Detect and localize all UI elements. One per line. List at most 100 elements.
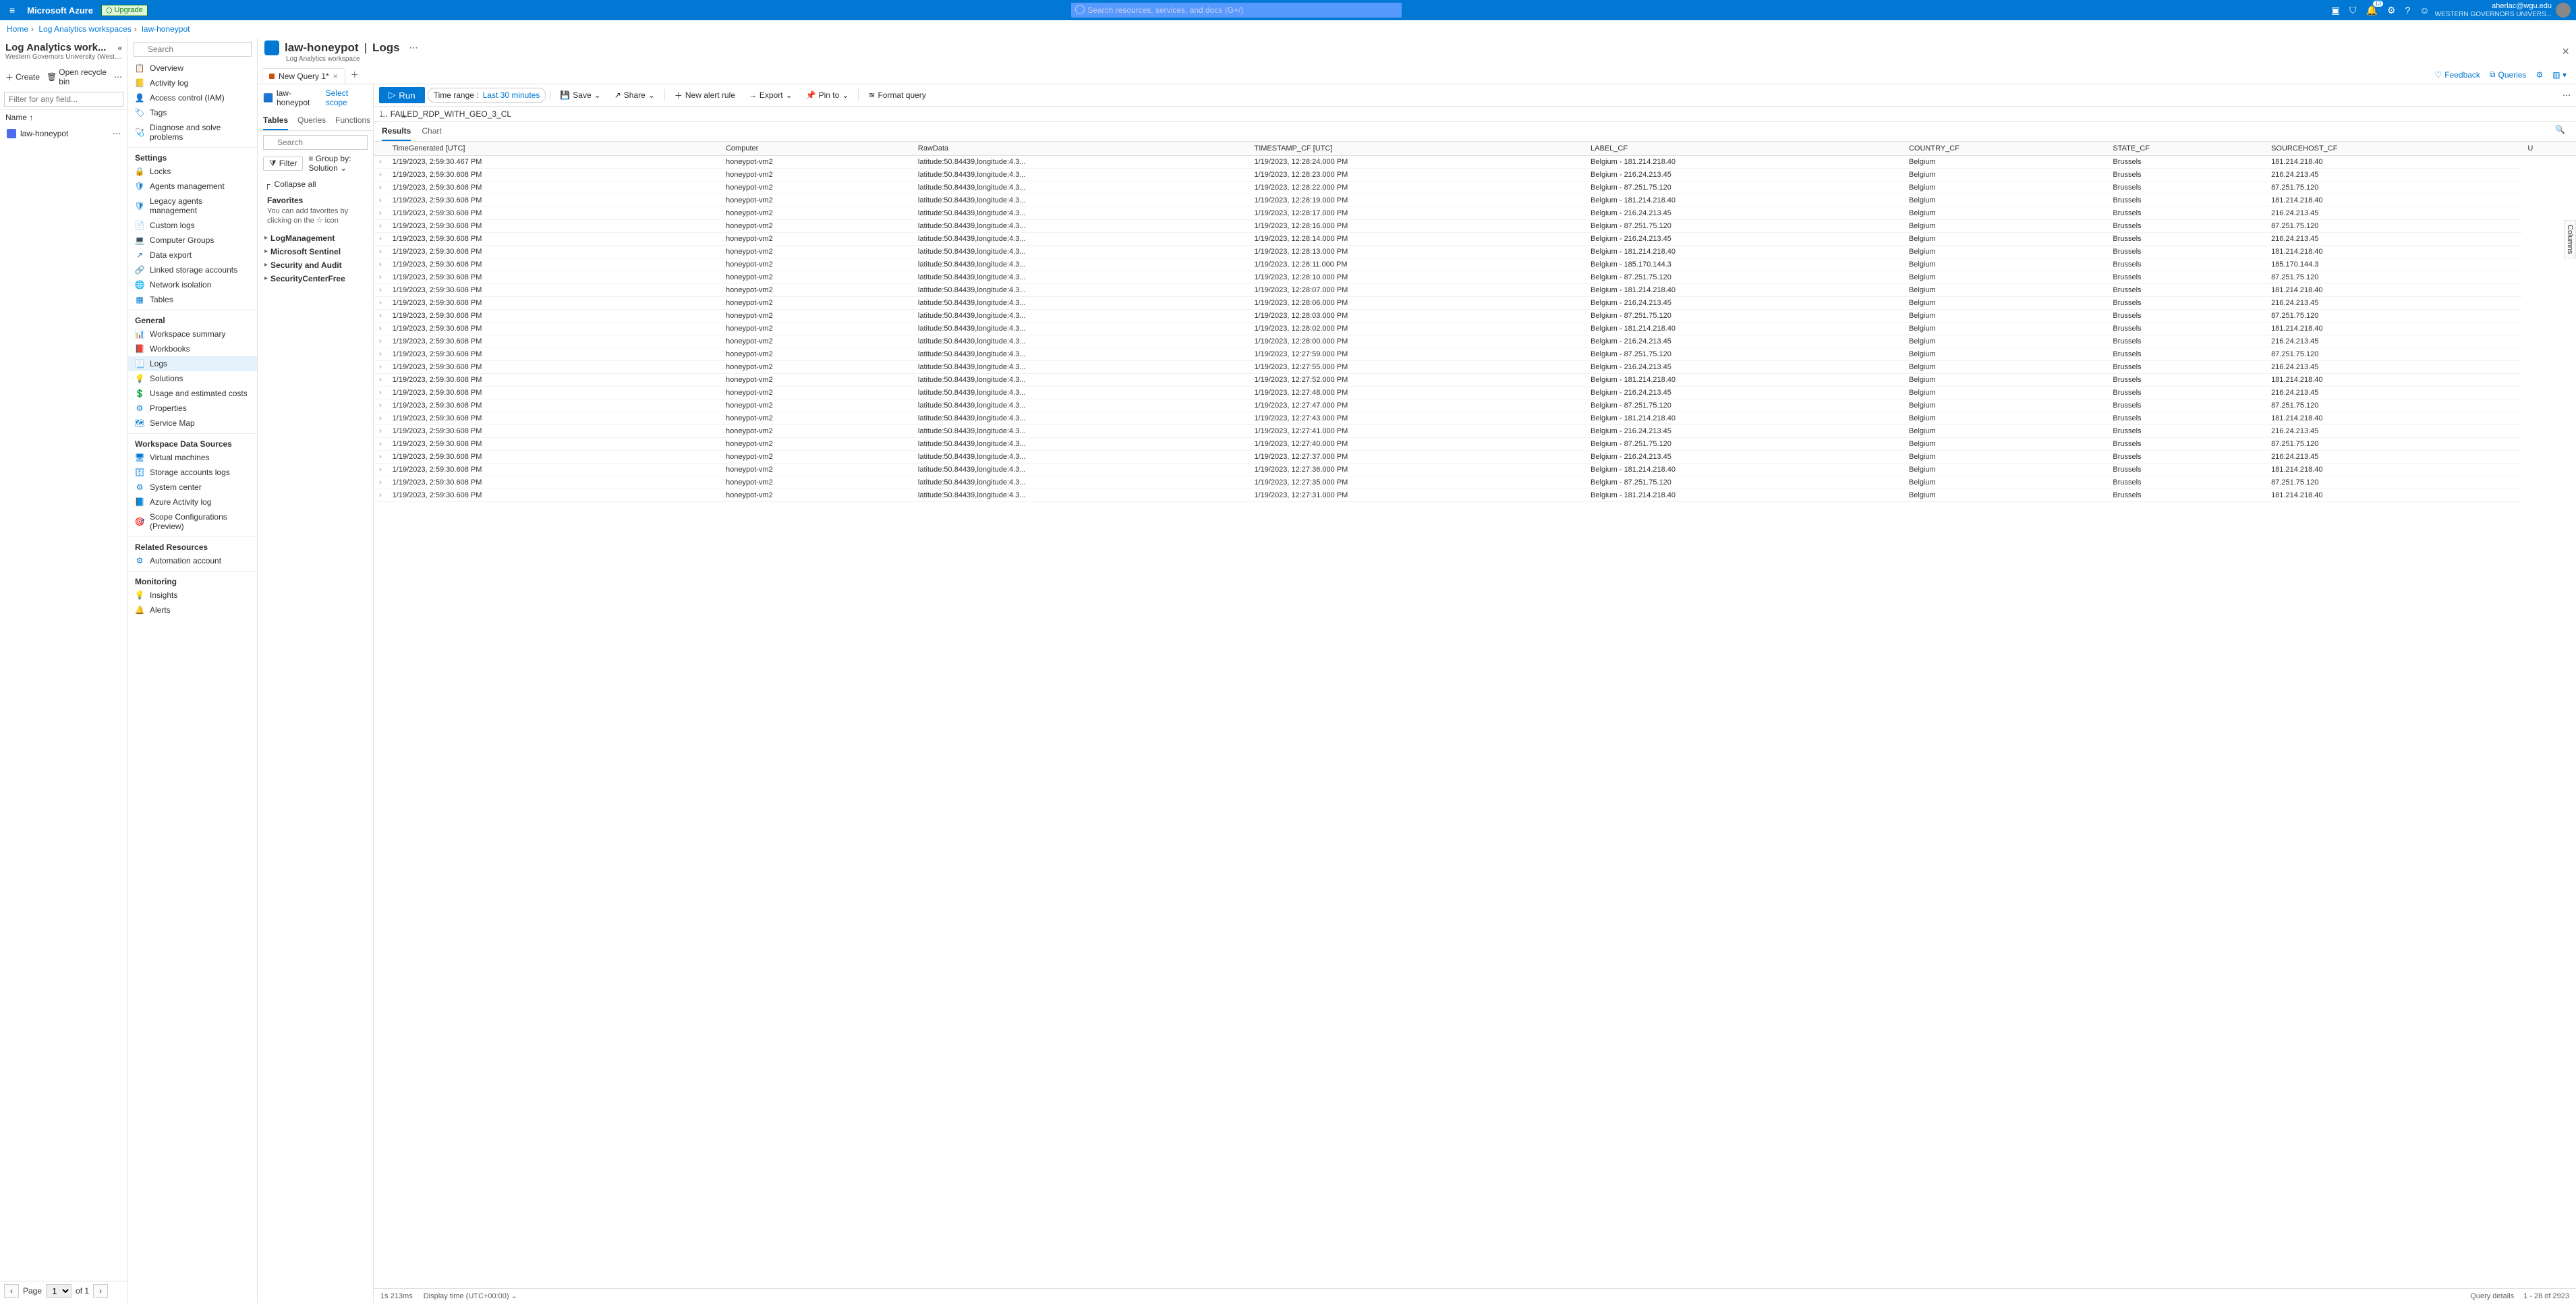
tab-queries[interactable]: Queries bbox=[297, 111, 326, 130]
breadcrumb-current[interactable]: law-honeypot bbox=[142, 24, 190, 34]
table-row[interactable]: ›1/19/2023, 2:59:30.608 PMhoneypot-vm2la… bbox=[374, 284, 2576, 297]
expand-icon[interactable]: › bbox=[374, 271, 387, 284]
expand-icon[interactable]: › bbox=[374, 233, 387, 246]
close-tab-icon[interactable]: × bbox=[333, 72, 338, 81]
workspace-item[interactable]: law-honeypot ⋯ bbox=[3, 126, 125, 141]
table-row[interactable]: ›1/19/2023, 2:59:30.608 PMhoneypot-vm2la… bbox=[374, 476, 2576, 489]
expand-icon[interactable]: › bbox=[374, 464, 387, 476]
add-tab-button[interactable]: ＋ bbox=[345, 66, 364, 83]
format-button[interactable]: ≋ Format query bbox=[863, 88, 931, 102]
table-row[interactable]: ›1/19/2023, 2:59:30.608 PMhoneypot-vm2la… bbox=[374, 271, 2576, 284]
collapse-icon[interactable]: « bbox=[117, 43, 122, 53]
expand-icon[interactable]: › bbox=[374, 284, 387, 297]
expand-icon[interactable]: › bbox=[374, 323, 387, 335]
menu-item-activity-log[interactable]: 📒Activity log bbox=[128, 76, 257, 90]
more-icon[interactable]: ⋯ bbox=[113, 129, 121, 138]
table-row[interactable]: ›1/19/2023, 2:59:30.608 PMhoneypot-vm2la… bbox=[374, 233, 2576, 246]
page-select[interactable]: 1 bbox=[46, 1284, 71, 1298]
column-header[interactable]: STATE_CF bbox=[2107, 142, 2266, 156]
table-row[interactable]: ›1/19/2023, 2:59:30.608 PMhoneypot-vm2la… bbox=[374, 169, 2576, 182]
menu-item-service-map[interactable]: 🗺Service Map bbox=[128, 416, 257, 431]
expand-icon[interactable]: › bbox=[374, 374, 387, 387]
table-row[interactable]: ›1/19/2023, 2:59:30.608 PMhoneypot-vm2la… bbox=[374, 323, 2576, 335]
expand-icon[interactable]: › bbox=[374, 438, 387, 451]
next-page-button[interactable]: › bbox=[93, 1284, 108, 1298]
menu-item-legacy-agents-management[interactable]: 🛡Legacy agents management bbox=[128, 194, 257, 218]
expand-icon[interactable]: › bbox=[374, 348, 387, 361]
resource-menu-search[interactable] bbox=[134, 42, 252, 57]
menu-item-alerts[interactable]: 🔔Alerts bbox=[128, 603, 257, 617]
collapse-all-link[interactable]: ┌ Collapse all bbox=[258, 177, 373, 192]
table-row[interactable]: ›1/19/2023, 2:59:30.608 PMhoneypot-vm2la… bbox=[374, 425, 2576, 438]
expand-icon[interactable]: › bbox=[374, 399, 387, 412]
new-alert-button[interactable]: ＋ New alert rule bbox=[669, 88, 741, 103]
menu-item-storage-accounts-logs[interactable]: 🗄Storage accounts logs bbox=[128, 465, 257, 480]
table-row[interactable]: ›1/19/2023, 2:59:30.467 PMhoneypot-vm2la… bbox=[374, 156, 2576, 169]
menu-item-virtual-machines[interactable]: 🖥Virtual machines bbox=[128, 450, 257, 465]
tab-functions[interactable]: Functions bbox=[335, 111, 370, 130]
menu-item-workspace-summary[interactable]: 📊Workspace summary bbox=[128, 327, 257, 341]
tree-item[interactable]: ▸ LogManagement bbox=[258, 231, 373, 245]
column-header[interactable]: U bbox=[2522, 142, 2576, 156]
save-button[interactable]: 💾 Save ⌄ bbox=[554, 88, 606, 102]
query-details-link[interactable]: Query details bbox=[2470, 1292, 2514, 1300]
menu-item-data-export[interactable]: ↗Data export bbox=[128, 248, 257, 262]
expand-icon[interactable]: › bbox=[374, 361, 387, 374]
breadcrumb-workspaces[interactable]: Log Analytics workspaces bbox=[38, 24, 131, 34]
menu-item-linked-storage-accounts[interactable]: 🔗Linked storage accounts bbox=[128, 262, 257, 277]
collapse-pane-icon[interactable]: « bbox=[397, 111, 406, 130]
groupby-dropdown[interactable]: ≡ Group by: Solution ⌄ bbox=[308, 154, 368, 173]
expand-icon[interactable]: › bbox=[374, 297, 387, 310]
filter-input[interactable] bbox=[4, 92, 123, 107]
table-row[interactable]: ›1/19/2023, 2:59:30.608 PMhoneypot-vm2la… bbox=[374, 451, 2576, 464]
column-header[interactable]: COUNTRY_CF bbox=[1904, 142, 2107, 156]
query-editor[interactable]: 1 FAILED_RDP_WITH_GEO_3_CL bbox=[374, 107, 2576, 121]
menu-item-system-center[interactable]: ⚙System center bbox=[128, 480, 257, 495]
menu-item-tables[interactable]: ▦Tables bbox=[128, 292, 257, 307]
expand-icon[interactable]: › bbox=[374, 412, 387, 425]
table-row[interactable]: ›1/19/2023, 2:59:30.608 PMhoneypot-vm2la… bbox=[374, 310, 2576, 323]
expand-icon[interactable]: › bbox=[374, 246, 387, 258]
menu-item-automation-account[interactable]: ⚙Automation account bbox=[128, 553, 257, 568]
export-button[interactable]: → Export ⌄ bbox=[743, 88, 798, 102]
column-header[interactable]: TIMESTAMP_CF [UTC] bbox=[1249, 142, 1585, 156]
column-header[interactable]: TimeGenerated [UTC] bbox=[387, 142, 720, 156]
table-row[interactable]: ›1/19/2023, 2:59:30.608 PMhoneypot-vm2la… bbox=[374, 348, 2576, 361]
table-row[interactable]: ›1/19/2023, 2:59:30.608 PMhoneypot-vm2la… bbox=[374, 489, 2576, 502]
expand-icon[interactable]: › bbox=[374, 258, 387, 271]
table-row[interactable]: ›1/19/2023, 2:59:30.608 PMhoneypot-vm2la… bbox=[374, 361, 2576, 374]
notifications-icon[interactable]: 🔔 bbox=[2366, 5, 2378, 16]
select-scope-link[interactable]: Select scope bbox=[326, 88, 368, 107]
layout-icon[interactable]: ▥ ▾ bbox=[2552, 70, 2567, 80]
menu-item-azure-activity-log[interactable]: 📘Azure Activity log bbox=[128, 495, 257, 509]
more-icon[interactable]: ⋯ bbox=[405, 43, 418, 53]
expand-icon[interactable]: › bbox=[374, 207, 387, 220]
menu-item-scope-configurations-preview-[interactable]: 🎯Scope Configurations (Preview) bbox=[128, 509, 257, 534]
menu-icon[interactable]: ≡ bbox=[5, 5, 19, 16]
tab-tables[interactable]: Tables bbox=[263, 111, 288, 130]
table-row[interactable]: ›1/19/2023, 2:59:30.608 PMhoneypot-vm2la… bbox=[374, 246, 2576, 258]
column-header[interactable]: LABEL_CF bbox=[1585, 142, 1904, 156]
queries-link[interactable]: ⧉ Queries bbox=[2490, 70, 2527, 80]
table-row[interactable]: ›1/19/2023, 2:59:30.608 PMhoneypot-vm2la… bbox=[374, 335, 2576, 348]
recycle-button[interactable]: 🗑 Open recycle bin bbox=[47, 67, 107, 86]
create-button[interactable]: ＋ Create bbox=[5, 67, 40, 86]
expand-icon[interactable]: › bbox=[374, 425, 387, 438]
menu-item-locks[interactable]: 🔒Locks bbox=[128, 164, 257, 179]
menu-item-overview[interactable]: 📋Overview bbox=[128, 61, 257, 76]
global-search-input[interactable] bbox=[1071, 3, 1402, 18]
expand-icon[interactable]: › bbox=[374, 182, 387, 194]
expand-icon[interactable]: › bbox=[374, 489, 387, 502]
query-tab[interactable]: New Query 1* × bbox=[262, 68, 345, 84]
expand-icon[interactable]: › bbox=[374, 156, 387, 169]
table-row[interactable]: ›1/19/2023, 2:59:30.608 PMhoneypot-vm2la… bbox=[374, 207, 2576, 220]
feedback-link[interactable]: ♡ Feedback bbox=[2434, 70, 2480, 80]
run-button[interactable]: ▷ Run bbox=[379, 87, 425, 103]
expand-icon[interactable]: › bbox=[374, 387, 387, 399]
menu-item-logs[interactable]: 📃Logs bbox=[128, 356, 257, 371]
filter-button[interactable]: ⧩ Filter bbox=[263, 157, 303, 171]
menu-item-properties[interactable]: ⚙Properties bbox=[128, 401, 257, 416]
tree-item[interactable]: ▸ SecurityCenterFree bbox=[258, 272, 373, 285]
results-search-icon[interactable]: 🔍 bbox=[2552, 122, 2568, 141]
menu-item-custom-logs[interactable]: 📄Custom logs bbox=[128, 218, 257, 233]
